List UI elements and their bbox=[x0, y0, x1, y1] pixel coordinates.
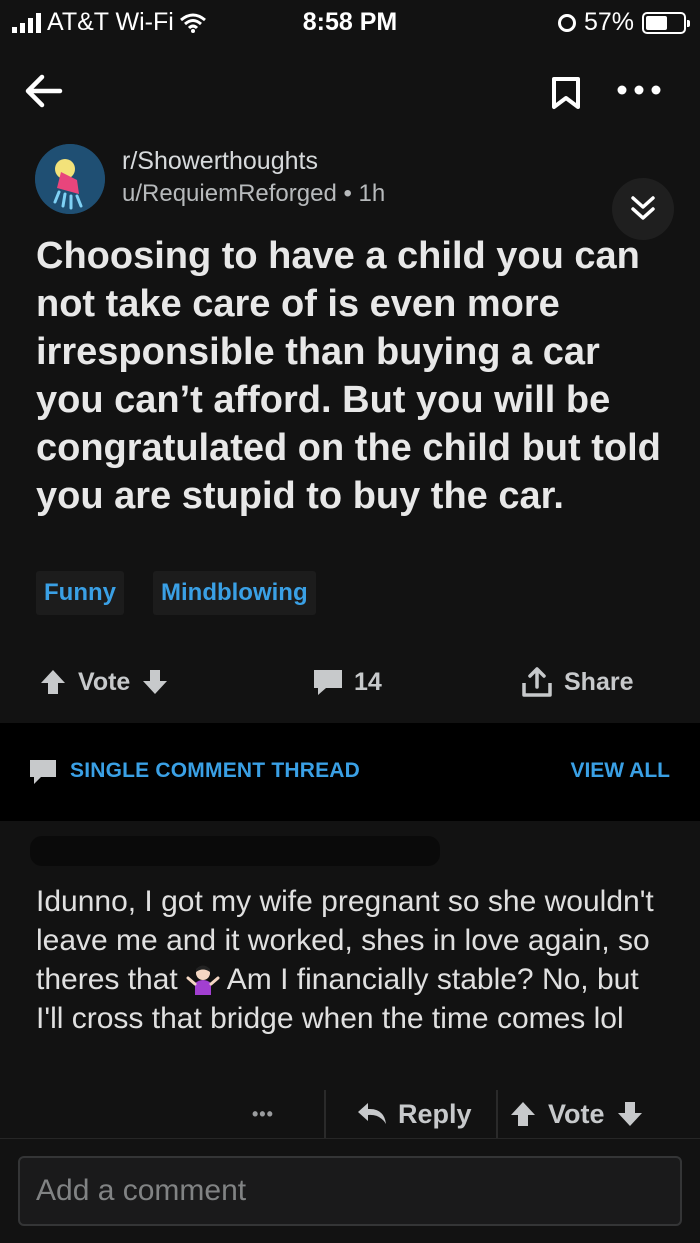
single-comment-thread-label: SINGLE COMMENT THREAD bbox=[70, 759, 361, 782]
downvote-arrow-icon[interactable] bbox=[140, 667, 170, 697]
shrug-emoji-icon bbox=[186, 965, 220, 995]
action-divider bbox=[324, 1090, 326, 1138]
post-author[interactable]: u/RequiemReforged bbox=[122, 180, 337, 207]
comments-button[interactable]: 14 bbox=[312, 662, 382, 702]
post-vote-group: Vote bbox=[38, 662, 170, 702]
alarm-icon bbox=[557, 13, 576, 32]
downvote-arrow-icon[interactable] bbox=[615, 1099, 645, 1129]
share-icon bbox=[522, 667, 552, 697]
comment-vote-label: Vote bbox=[548, 1098, 605, 1129]
comment-body: Idunno, I got my wife pregnant so she wo… bbox=[36, 882, 661, 1038]
reply-button[interactable]: Reply bbox=[356, 1092, 472, 1136]
share-label: Share bbox=[564, 667, 634, 696]
showerhead-icon bbox=[35, 144, 105, 214]
status-bar: AT&T Wi-Fi 8:58 PM 57% bbox=[0, 0, 700, 46]
comment-more-button[interactable]: ••• bbox=[252, 1092, 274, 1136]
action-divider bbox=[496, 1090, 498, 1138]
comment-vote-group: Vote bbox=[508, 1092, 645, 1136]
post-age: 1h bbox=[358, 180, 386, 207]
reply-arrow-icon bbox=[358, 1103, 386, 1124]
post-vote-label: Vote bbox=[78, 667, 131, 696]
meta-dot: • bbox=[343, 180, 359, 207]
view-all-link[interactable]: VIEW ALL bbox=[570, 759, 670, 783]
collapse-button[interactable] bbox=[612, 178, 674, 240]
more-options-icon[interactable] bbox=[616, 80, 662, 100]
flair-mindblowing[interactable]: Mindblowing bbox=[153, 571, 316, 615]
battery-icon bbox=[642, 11, 690, 34]
flair-funny[interactable]: Funny bbox=[36, 571, 124, 615]
upvote-arrow-icon[interactable] bbox=[38, 667, 68, 697]
add-comment-input[interactable] bbox=[18, 1156, 682, 1226]
battery-info: 57% bbox=[557, 8, 690, 37]
post-title: Choosing to have a child you can not tak… bbox=[36, 235, 661, 517]
post-author-line: u/RequiemReforged • 1h bbox=[122, 180, 385, 208]
comment-more-icon: ••• bbox=[252, 1103, 274, 1124]
redacted-comment-author bbox=[30, 836, 440, 866]
back-arrow-icon[interactable] bbox=[22, 70, 64, 112]
comment-bubble-icon bbox=[314, 670, 342, 695]
reply-label: Reply bbox=[398, 1098, 472, 1129]
share-button[interactable]: Share bbox=[520, 662, 633, 702]
composer-divider bbox=[0, 1138, 700, 1139]
upvote-arrow-icon[interactable] bbox=[508, 1099, 538, 1129]
subreddit-name[interactable]: r/Showerthoughts bbox=[122, 147, 318, 176]
bookmark-icon[interactable] bbox=[550, 76, 582, 110]
battery-percent: 57% bbox=[583, 8, 634, 36]
comment-bubble-icon bbox=[30, 760, 56, 784]
double-chevron-down-icon bbox=[631, 196, 655, 220]
subreddit-avatar[interactable] bbox=[35, 144, 105, 214]
comment-count: 14 bbox=[354, 667, 382, 696]
